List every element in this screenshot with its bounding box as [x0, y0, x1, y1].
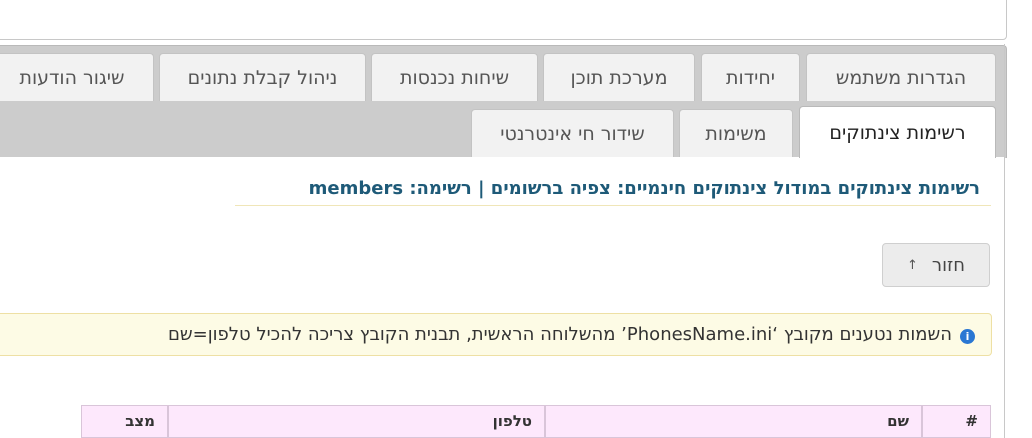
alert-text: השמות נטענים מקובץ ‘PhonesName.ini’ מהשל…: [167, 324, 952, 345]
column-header-phone[interactable]: טלפון: [168, 405, 545, 438]
column-header-name[interactable]: שם: [545, 405, 922, 438]
panel-border: [1004, 44, 1005, 438]
back-button[interactable]: חזור ↑: [882, 243, 990, 287]
title-divider: [235, 205, 991, 206]
tab-user-settings[interactable]: הגדרות משתמש: [806, 53, 996, 101]
arrow-up-icon: ↑: [907, 257, 918, 273]
tab-live-broadcast[interactable]: שידור חי אינטרנטי: [471, 109, 674, 157]
top-panel: [0, 0, 1007, 40]
tab-data-management[interactable]: ניהול קבלת נתונים: [159, 53, 366, 101]
page-title: רשימות צינתוקים במודול צינתוקים חינמיים:…: [308, 178, 980, 199]
back-button-label: חזור: [931, 254, 965, 276]
tab-blast-lists[interactable]: רשימות צינתוקים: [799, 106, 996, 158]
content-panel: [0, 157, 1004, 438]
table-header-row: # שם טלפון מצב: [81, 405, 991, 438]
tab-send-messages[interactable]: שיגור הודעות: [0, 53, 154, 101]
tab-units[interactable]: יחידות: [701, 53, 800, 101]
info-icon: i: [960, 329, 975, 344]
column-header-index[interactable]: #: [922, 405, 991, 438]
tab-tasks[interactable]: משימות: [679, 109, 793, 157]
info-alert: i השמות נטענים מקובץ ‘PhonesName.ini’ מה…: [0, 313, 992, 356]
tab-incoming-calls[interactable]: שיחות נכנסות: [371, 53, 538, 101]
tab-content-system[interactable]: מערכת תוכן: [543, 53, 695, 101]
column-header-status[interactable]: מצב: [81, 405, 168, 438]
